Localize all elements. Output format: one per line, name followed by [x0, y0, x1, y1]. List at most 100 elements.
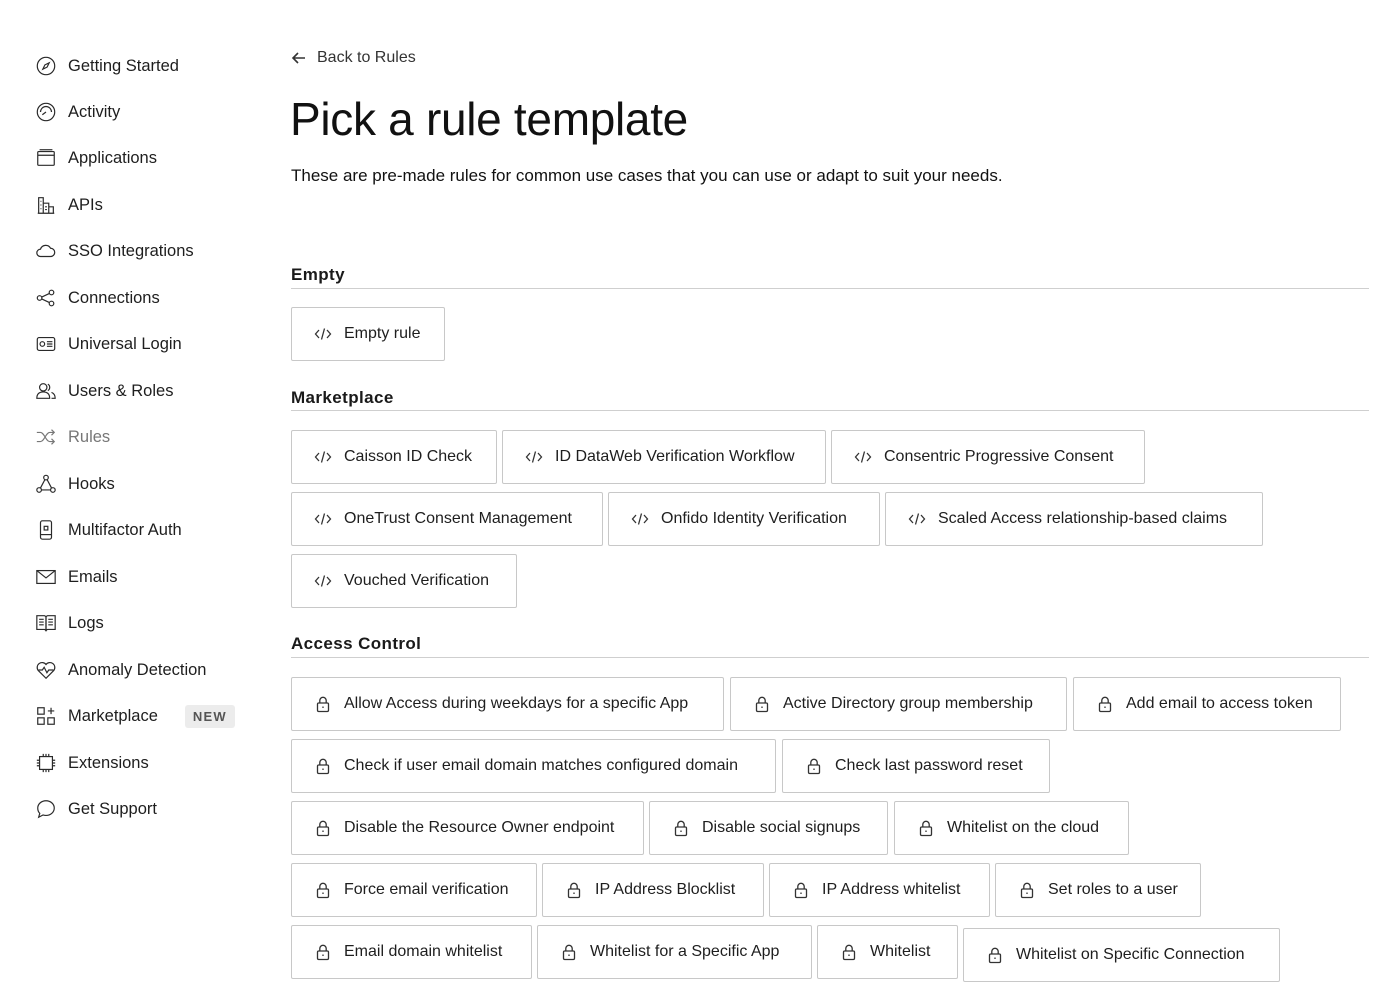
sidebar-item-get-support[interactable]: Get Support: [34, 794, 157, 824]
apis-icon: [34, 193, 58, 217]
template-card-label: Disable the Resource Owner endpoint: [344, 819, 615, 836]
sidebar-item-rules[interactable]: Rules: [34, 422, 110, 452]
main-content: Back to Rules Pick a rule template These…: [290, 0, 1370, 995]
template-card-consentric[interactable]: Consentric Progressive Consent: [831, 430, 1145, 484]
sidebar-item-users-roles[interactable]: Users & Roles: [34, 376, 173, 406]
sidebar-item-label: Getting Started: [68, 56, 179, 75]
sidebar-item-getting-started[interactable]: Getting Started: [34, 51, 179, 81]
template-card-label: IP Address whitelist: [822, 881, 961, 898]
sidebar-item-label: Extensions: [68, 753, 149, 772]
template-card-label: OneTrust Consent Management: [344, 510, 572, 527]
template-card-caisson-id-check[interactable]: Caisson ID Check: [291, 430, 497, 484]
template-card-email-domain-whitelist[interactable]: Email domain whitelist: [291, 925, 532, 979]
template-card-whitelist-cloud[interactable]: Whitelist on the cloud: [894, 801, 1129, 855]
template-card-vouched[interactable]: Vouched Verification: [291, 554, 517, 608]
code-icon: [525, 448, 543, 466]
sidebar-item-extensions[interactable]: Extensions: [34, 748, 149, 778]
users-icon: [34, 379, 58, 403]
template-card-label: Whitelist for a Specific App: [590, 943, 780, 960]
template-card-label: Vouched Verification: [344, 572, 489, 589]
lock-icon: [314, 757, 332, 775]
code-icon: [314, 510, 332, 528]
sidebar: Getting Started Activity Applications AP…: [0, 0, 260, 995]
template-card-label: Email domain whitelist: [344, 943, 503, 960]
template-card-allow-access-weekdays[interactable]: Allow Access during weekdays for a speci…: [291, 677, 724, 731]
section-title-empty: Empty: [291, 265, 345, 284]
sidebar-item-sso-integrations[interactable]: SSO Integrations: [34, 236, 194, 266]
template-card-label: Whitelist on Specific Connection: [1016, 946, 1245, 963]
lock-icon: [792, 881, 810, 899]
hooks-icon: [34, 472, 58, 496]
template-card-check-password-reset[interactable]: Check last password reset: [782, 739, 1050, 793]
template-card-disable-social-signups[interactable]: Disable social signups: [649, 801, 888, 855]
page-title: Pick a rule template: [290, 93, 688, 145]
code-icon: [314, 448, 332, 466]
template-card-label: IP Address Blocklist: [595, 881, 736, 898]
arrow-left-icon: [291, 52, 305, 64]
template-card-label: Scaled Access relationship-based claims: [938, 510, 1228, 527]
compass-icon: [34, 54, 58, 78]
lock-icon: [840, 943, 858, 961]
sidebar-item-label: Users & Roles: [68, 381, 174, 400]
template-card-id-dataweb[interactable]: ID DataWeb Verification Workflow: [502, 430, 826, 484]
template-card-onetrust[interactable]: OneTrust Consent Management: [291, 492, 603, 546]
template-card-label: Force email verification: [344, 881, 509, 898]
template-card-label: Allow Access during weekdays for a speci…: [344, 695, 689, 712]
sidebar-item-multifactor-auth[interactable]: Multifactor Auth: [34, 515, 182, 545]
section-divider: [291, 288, 1369, 289]
sidebar-item-label: SSO Integrations: [68, 241, 194, 260]
lock-icon: [986, 946, 1004, 964]
template-card-whitelist[interactable]: Whitelist: [817, 925, 958, 979]
template-card-label: Onfido Identity Verification: [661, 510, 847, 527]
sidebar-item-connections[interactable]: Connections: [34, 283, 160, 313]
sidebar-item-anomaly-detection[interactable]: Anomaly Detection: [34, 655, 207, 685]
sidebar-item-label: Marketplace: [68, 706, 158, 725]
applications-icon: [34, 146, 58, 170]
lock-icon: [1096, 695, 1114, 713]
template-card-force-email-verification[interactable]: Force email verification: [291, 863, 537, 917]
section-divider: [291, 657, 1369, 658]
section-divider: [291, 410, 1369, 411]
template-card-label: Caisson ID Check: [344, 448, 473, 465]
page-description: These are pre-made rules for common use …: [291, 166, 1003, 185]
code-icon: [314, 572, 332, 590]
template-card-active-directory[interactable]: Active Directory group membership: [730, 677, 1067, 731]
connections-icon: [34, 286, 58, 310]
template-card-whitelist-specific-app[interactable]: Whitelist for a Specific App: [537, 925, 812, 979]
template-card-ip-blocklist[interactable]: IP Address Blocklist: [542, 863, 764, 917]
template-card-label: Whitelist on the cloud: [947, 819, 1100, 836]
lock-icon: [314, 881, 332, 899]
back-to-rules-link[interactable]: Back to Rules: [291, 46, 416, 70]
chat-icon: [34, 797, 58, 821]
sidebar-item-emails[interactable]: Emails: [34, 562, 118, 592]
sidebar-item-logs[interactable]: Logs: [34, 608, 104, 638]
sidebar-item-activity[interactable]: Activity: [34, 97, 120, 127]
sidebar-item-label: Universal Login: [68, 334, 182, 353]
sidebar-item-hooks[interactable]: Hooks: [34, 469, 115, 499]
sidebar-item-label: Rules: [68, 427, 111, 446]
grid-icon: [34, 704, 58, 728]
template-card-ip-whitelist[interactable]: IP Address whitelist: [769, 863, 990, 917]
sidebar-item-universal-login[interactable]: Universal Login: [34, 329, 182, 359]
sidebar-item-apis[interactable]: APIs: [34, 190, 103, 220]
lock-icon: [753, 695, 771, 713]
template-card-onfido[interactable]: Onfido Identity Verification: [608, 492, 880, 546]
template-card-empty-rule[interactable]: Empty rule: [291, 307, 445, 361]
template-card-check-email-domain[interactable]: Check if user email domain matches confi…: [291, 739, 776, 793]
template-card-scaled-access[interactable]: Scaled Access relationship-based claims: [885, 492, 1263, 546]
template-card-label: Set roles to a user: [1048, 881, 1178, 898]
section-title-access-control: Access Control: [291, 634, 422, 653]
template-card-set-roles[interactable]: Set roles to a user: [995, 863, 1201, 917]
sidebar-item-applications[interactable]: Applications: [34, 143, 157, 173]
template-card-disable-resource-owner[interactable]: Disable the Resource Owner endpoint: [291, 801, 644, 855]
sidebar-item-marketplace[interactable]: Marketplace NEW: [34, 701, 235, 731]
template-card-label: Add email to access token: [1126, 695, 1313, 712]
lock-icon: [314, 695, 332, 713]
lock-icon: [314, 943, 332, 961]
template-card-label: ID DataWeb Verification Workflow: [555, 448, 795, 465]
template-card-whitelist-specific-connection[interactable]: Whitelist on Specific Connection: [963, 928, 1280, 982]
code-icon: [631, 510, 649, 528]
template-card-label: Empty rule: [344, 325, 421, 342]
template-card-add-email-token[interactable]: Add email to access token: [1073, 677, 1341, 731]
code-icon: [854, 448, 872, 466]
